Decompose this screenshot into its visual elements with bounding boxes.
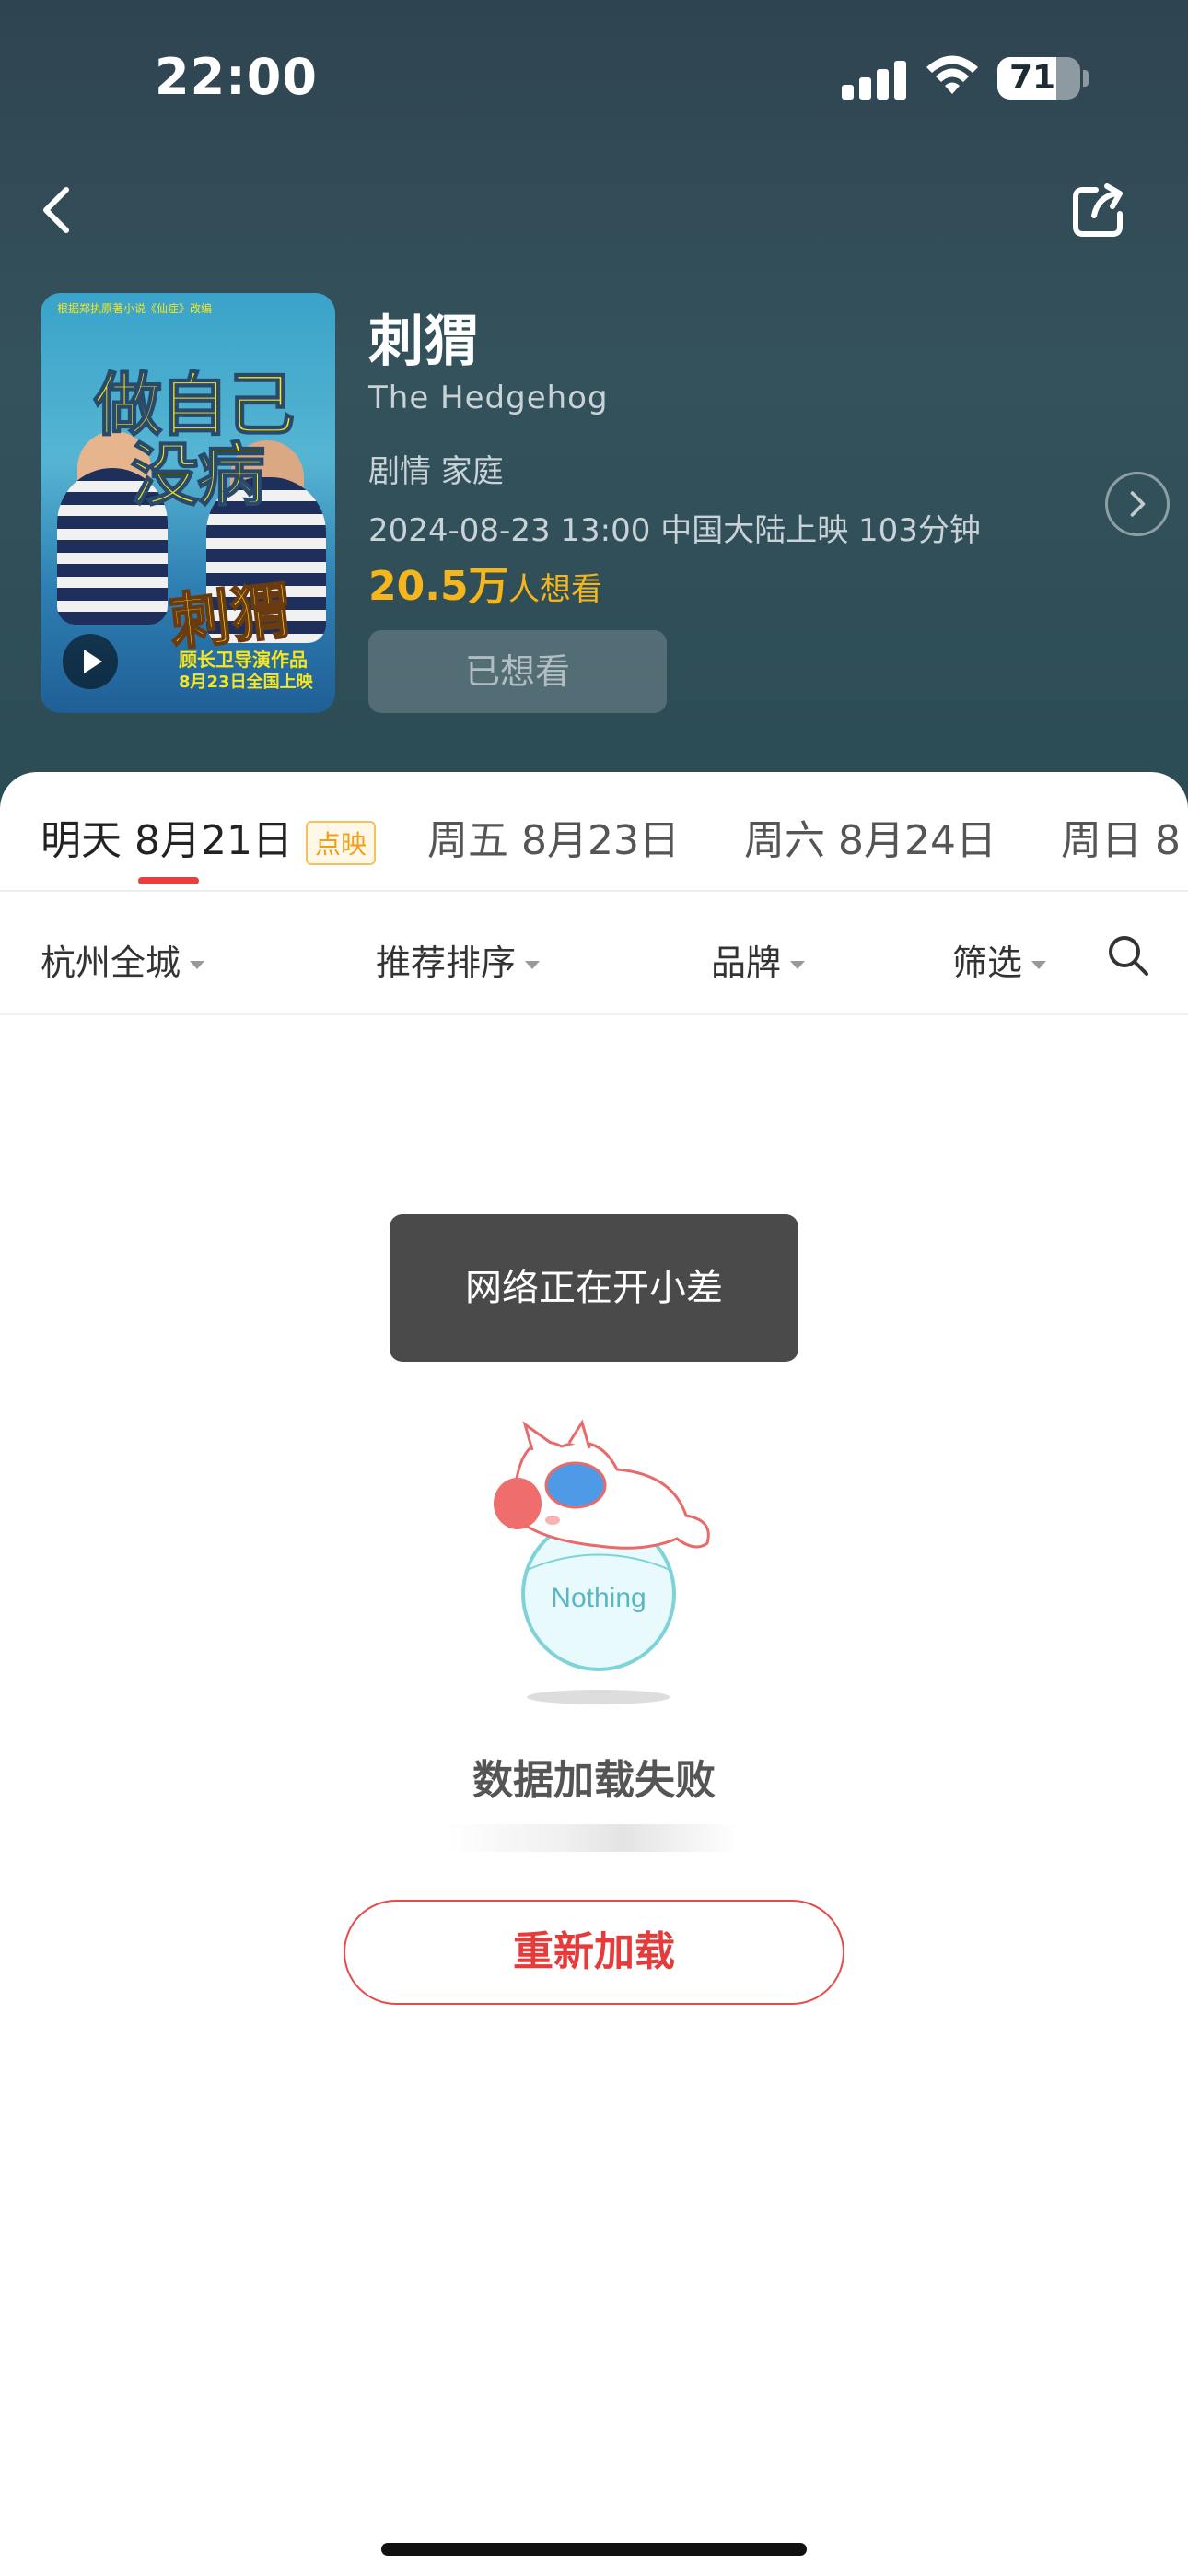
reload-button[interactable]: 重新加载 xyxy=(344,1900,844,2005)
poster-tagline: 根据郑执原著小说《仙症》改编 xyxy=(57,302,213,315)
filter-label: 品牌 xyxy=(711,943,782,983)
filter-label: 推荐排序 xyxy=(376,943,517,983)
tab-date-label: 周日 8 xyxy=(1061,817,1181,864)
movie-english-title: The Hedgehog xyxy=(368,380,609,416)
poster-date: 8月23日全国上映 xyxy=(179,673,313,692)
tab-date-label: 明天 8月21日 xyxy=(41,817,293,864)
battery-level: 71 xyxy=(1008,59,1056,97)
preview-screening-badge: 点映 xyxy=(305,821,376,865)
filter-label: 筛选 xyxy=(952,943,1023,983)
caret-down-icon xyxy=(790,961,806,969)
home-indicator xyxy=(381,2543,807,2556)
battery-icon: 71 xyxy=(997,57,1080,100)
search-icon[interactable] xyxy=(1105,932,1151,978)
caret-down-icon xyxy=(190,961,205,969)
cellular-signal-icon xyxy=(842,57,906,100)
movie-title: 刺猬 xyxy=(368,310,479,374)
wifi-icon xyxy=(926,55,978,94)
filter-brand[interactable]: 品牌 xyxy=(711,934,806,985)
play-trailer-button[interactable] xyxy=(63,634,118,689)
loading-placeholder xyxy=(448,1824,739,1852)
network-error-toast: 网络正在开小差 xyxy=(390,1214,798,1362)
play-icon xyxy=(84,650,102,673)
movie-genres: 剧情 家庭 xyxy=(368,453,504,490)
back-icon[interactable] xyxy=(33,181,79,240)
filter-more[interactable]: 筛选 xyxy=(952,934,1047,985)
illustration-text: Nothing xyxy=(551,1583,646,1613)
empty-state-cat-icon: Nothing xyxy=(494,1419,710,1704)
date-tabs: 明天 8月21日 点映 周五 8月23日 周六 8月24日 周日 8 xyxy=(0,772,1188,892)
movie-release-info: 2024-08-23 13:00 中国大陆上映 103分钟 xyxy=(368,512,981,549)
chevron-right-icon[interactable] xyxy=(1105,472,1170,536)
active-tab-indicator xyxy=(138,877,199,884)
filter-label: 杭州全城 xyxy=(41,943,181,983)
wanted-button[interactable]: 已想看 xyxy=(368,630,667,713)
want-count: 20.5万 xyxy=(368,563,509,610)
filter-bar: 杭州全城 推荐排序 品牌 筛选 xyxy=(0,892,1188,1013)
filter-sort[interactable]: 推荐排序 xyxy=(376,934,541,985)
tab-date-1[interactable]: 周五 8月23日 xyxy=(427,807,680,866)
caret-down-icon xyxy=(1031,961,1047,969)
divider xyxy=(0,1013,1188,1015)
tab-date-2[interactable]: 周六 8月24日 xyxy=(744,807,996,866)
tab-date-3[interactable]: 周日 8 xyxy=(1061,807,1181,866)
filter-city[interactable]: 杭州全城 xyxy=(41,934,205,985)
share-icon[interactable] xyxy=(1068,181,1129,241)
load-failed-message: 数据加载失败 xyxy=(472,1757,716,1804)
tab-date-label: 周六 8月24日 xyxy=(744,817,996,864)
status-time: 22:00 xyxy=(155,48,318,106)
poster-credit: 顾长卫导演作品 xyxy=(179,649,308,671)
caret-down-icon xyxy=(525,961,541,969)
want-label: 人想看 xyxy=(508,571,602,608)
movie-poster[interactable]: 根据郑执原著小说《仙症》改编 做自己 没病 刺猬 顾长卫导演作品 8月23日全国… xyxy=(41,293,335,713)
poster-slogan-line2: 没病 xyxy=(130,435,266,516)
tab-date-0[interactable]: 明天 8月21日 点映 xyxy=(41,807,376,866)
tab-date-label: 周五 8月23日 xyxy=(427,817,680,864)
battery-tip xyxy=(1083,70,1089,87)
